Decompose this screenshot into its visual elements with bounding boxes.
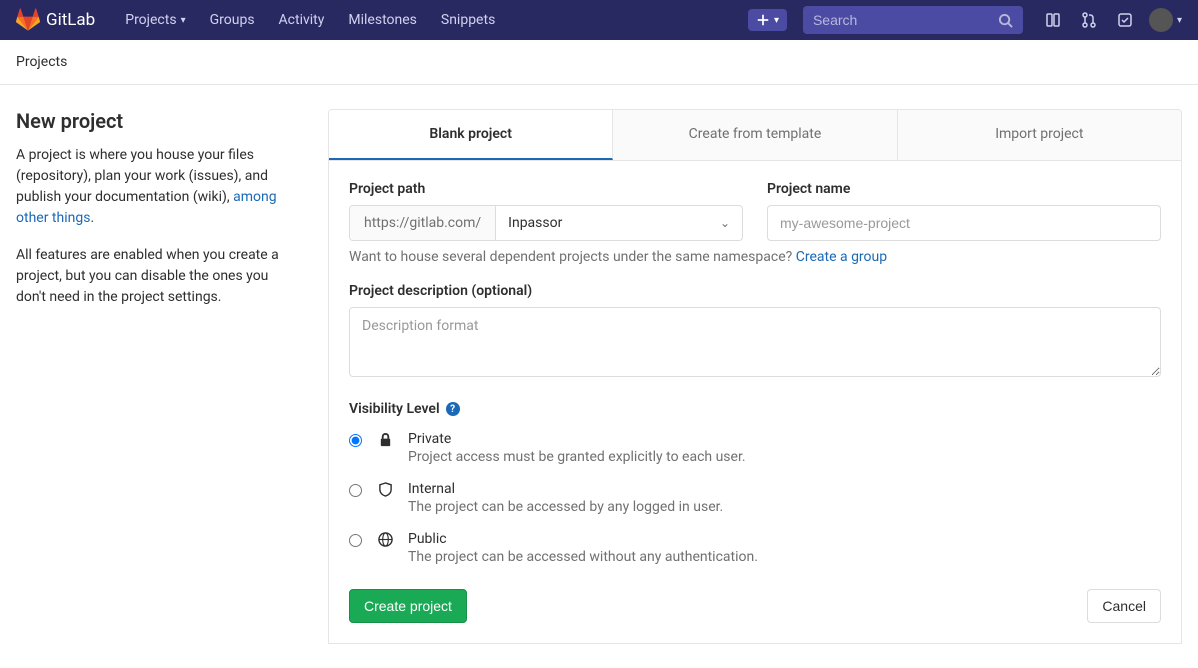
cancel-button[interactable]: Cancel [1087, 589, 1161, 623]
namespace-select[interactable]: Inpassor ⌄ [496, 206, 742, 240]
chevron-down-icon: ▾ [1177, 15, 1182, 26]
tab-import-project[interactable]: Import project [898, 110, 1181, 160]
nav-groups[interactable]: Groups [198, 12, 267, 28]
chevron-down-icon: ▾ [181, 15, 186, 26]
gitlab-logo[interactable]: GitLab [16, 8, 95, 32]
nav-milestones[interactable]: Milestones [336, 12, 429, 28]
top-navbar: GitLab Projects▾ Groups Activity Milesto… [0, 0, 1198, 40]
project-name-input[interactable] [767, 205, 1161, 241]
help-icon[interactable]: ? [446, 402, 460, 416]
tab-create-from-template[interactable]: Create from template [613, 110, 897, 160]
create-project-button[interactable]: Create project [349, 589, 467, 623]
page-title: New project [16, 109, 296, 133]
plus-icon [756, 13, 770, 27]
radio-internal[interactable] [349, 484, 362, 497]
chevron-down-icon: ▾ [774, 15, 779, 26]
radio-private[interactable] [349, 434, 362, 447]
lock-icon [376, 432, 394, 447]
tabs: Blank project Create from template Impor… [328, 109, 1182, 161]
visibility-label: Visibility Level ? [349, 401, 1161, 417]
create-group-link[interactable]: Create a group [796, 249, 887, 265]
nav-snippets[interactable]: Snippets [429, 12, 507, 28]
search-icon [998, 13, 1013, 28]
globe-icon [376, 532, 394, 547]
brand-name: GitLab [46, 10, 95, 30]
merge-requests-icon[interactable] [1071, 12, 1107, 28]
sidebar-para2: All features are enabled when you create… [16, 245, 296, 308]
user-menu[interactable]: ▾ [1143, 8, 1182, 32]
project-name-label: Project name [767, 181, 1161, 197]
avatar [1149, 8, 1173, 32]
search-input[interactable] [813, 12, 998, 28]
form-panel: Project path https://gitlab.com/ Inpasso… [328, 161, 1182, 644]
nav-activity[interactable]: Activity [267, 12, 337, 28]
search-box[interactable] [803, 6, 1023, 34]
desc-label: Project description (optional) [349, 283, 1161, 299]
chevron-down-icon: ⌄ [720, 216, 730, 230]
radio-public[interactable] [349, 534, 362, 547]
issues-icon[interactable] [1035, 12, 1071, 28]
project-path-label: Project path [349, 181, 743, 197]
namespace-helper: Want to house several dependent projects… [349, 249, 1161, 265]
gitlab-icon [16, 8, 40, 32]
breadcrumb: Projects [0, 40, 1198, 85]
tab-blank-project[interactable]: Blank project [329, 110, 613, 160]
todos-icon[interactable] [1107, 12, 1143, 28]
nav-projects[interactable]: Projects▾ [113, 12, 197, 28]
sidebar: New project A project is where you house… [16, 109, 296, 644]
project-path-group: https://gitlab.com/ Inpassor ⌄ [349, 205, 743, 241]
nav-items: Projects▾ Groups Activity Milestones Sni… [113, 12, 507, 28]
visibility-private[interactable]: Private Project access must be granted e… [349, 431, 1161, 465]
visibility-public[interactable]: Public The project can be accessed witho… [349, 531, 1161, 565]
description-textarea[interactable] [349, 307, 1161, 377]
path-prefix: https://gitlab.com/ [350, 206, 496, 240]
shield-icon [376, 482, 394, 497]
sidebar-para1: A project is where you house your files … [16, 145, 296, 229]
visibility-internal[interactable]: Internal The project can be accessed by … [349, 481, 1161, 515]
new-dropdown[interactable]: ▾ [748, 9, 787, 31]
